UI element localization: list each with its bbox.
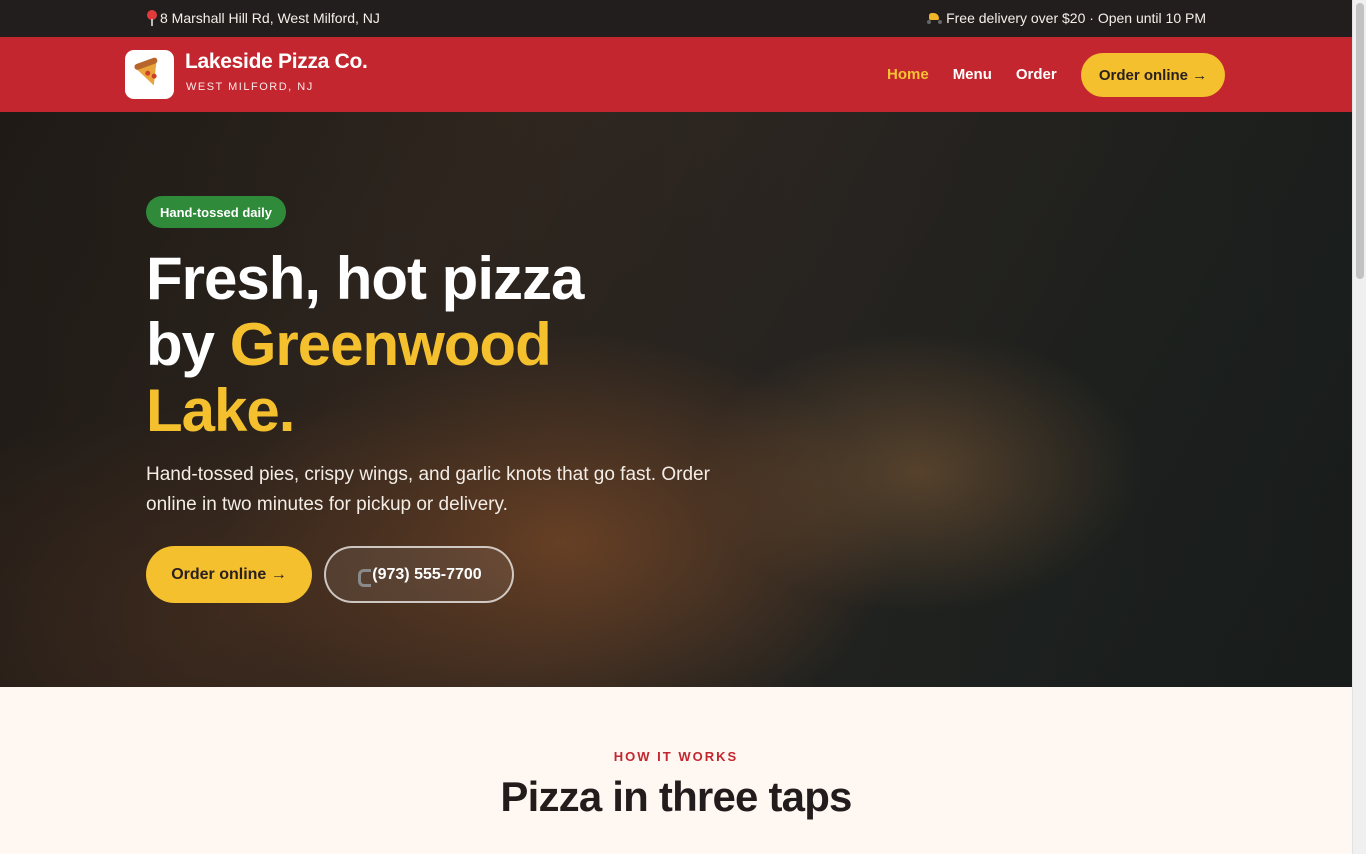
scrollbar-thumb[interactable]	[1356, 3, 1364, 279]
brand-logo[interactable]	[125, 50, 174, 99]
section-title: Pizza in three taps	[500, 773, 852, 820]
map-pin-icon	[146, 10, 158, 26]
delivery-info: Free delivery over $20 · Open until 10 P…	[926, 10, 1206, 26]
hero-order-online-button[interactable]: Order online →	[146, 546, 312, 603]
call-phone-button[interactable]: (973) 555-7700	[324, 546, 514, 603]
hero-headline: Fresh, hot pizza by Greenwood Lake.	[146, 246, 706, 444]
section-eyebrow: HOW IT WORKS	[613, 749, 739, 764]
how-it-works-section: HOW IT WORKS Pizza in three taps	[0, 687, 1352, 854]
headline-line-2: by	[146, 311, 230, 378]
main-navbar: Lakeside Pizza Co. WEST MILFORD, NJ Home…	[0, 37, 1352, 112]
phone-icon	[356, 568, 372, 587]
nav-link-menu[interactable]: Menu	[953, 66, 992, 83]
pizza-slice-icon	[135, 60, 164, 89]
page-scrollbar[interactable]	[1352, 0, 1366, 854]
headline-line-1: Fresh, hot pizza	[146, 245, 584, 312]
brand-location: WEST MILFORD, NJ	[186, 81, 314, 93]
announcement-bar: 8 Marshall Hill Rd, West Milford, NJ Fre…	[0, 0, 1352, 37]
address-info: 8 Marshall Hill Rd, West Milford, NJ	[146, 10, 380, 26]
nav-order-online-button[interactable]: Order online →	[1081, 53, 1225, 97]
nav-link-order[interactable]: Order	[1016, 66, 1057, 83]
brand-name[interactable]: Lakeside Pizza Co.	[185, 50, 368, 74]
delivery-text: Free delivery over $20 · Open until 10 P…	[946, 10, 1206, 26]
scooter-icon	[926, 11, 944, 25]
nav-link-home[interactable]: Home	[887, 66, 929, 83]
hand-tossed-badge: Hand-tossed daily	[146, 196, 286, 228]
phone-number: (973) 555-7700	[372, 565, 482, 583]
address-text: 8 Marshall Hill Rd, West Milford, NJ	[160, 10, 380, 26]
hero-section: Hand-tossed daily Fresh, hot pizza by Gr…	[0, 112, 1352, 687]
primary-nav: Home Menu Order	[887, 66, 1057, 83]
hero-description: Hand-tossed pies, crispy wings, and garl…	[146, 464, 710, 515]
